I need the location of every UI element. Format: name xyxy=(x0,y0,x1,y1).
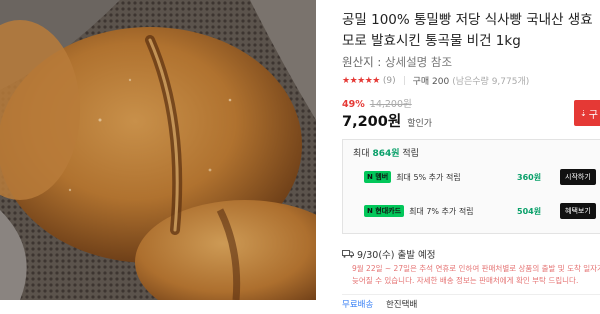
discount-row: 49% 14,200원 xyxy=(342,96,412,110)
notice-line1: 9월 22일 ~ 27일은 추석 연휴로 인하여 판매처별로 상품의 출발 및 … xyxy=(352,264,600,273)
delivery-info: 무료배송 한진택배 xyxy=(342,298,417,310)
points-card-amount: 360원 xyxy=(517,172,542,182)
hyundai-card-badge: N 현대카드 xyxy=(364,205,405,217)
divider xyxy=(403,76,405,85)
divider xyxy=(342,294,600,295)
holiday-shipping-notice: 9월 22일 ~ 27일은 추석 연휴로 인하여 판매처별로 상품의 출발 및 … xyxy=(352,263,600,287)
buy-button-label: 구 xyxy=(588,109,598,121)
max-points: 최대 864원 적립 xyxy=(353,146,419,159)
max-points-prefix: 최대 xyxy=(353,149,370,159)
purchase-count: 구매 200 xyxy=(412,77,450,87)
sale-price: 7,200원 xyxy=(342,114,402,130)
points-card-membership: N 멤버 최대 5% 추가 적립 360원 시작하기 xyxy=(356,161,600,191)
product-title-line2: 모로 발효시킨 통곡물 비건 1kg xyxy=(342,33,521,49)
cart-icon: ⇣ xyxy=(580,108,587,118)
points-card-amount: 504원 xyxy=(517,206,542,216)
points-card-hyundai: N 현대카드 최대 7% 추가 적립 504원 혜택보기 xyxy=(356,195,600,225)
max-points-suffix: 적립 xyxy=(402,149,419,159)
product-title: 공밀 100% 통밀빵 저당 식사빵 국내산 생효 모로 발효시킨 통곡물 비건… xyxy=(342,10,600,52)
points-card-desc: 최대 7% 추가 적립 xyxy=(409,206,474,216)
stock-remaining: (남은수량 9,775개) xyxy=(452,77,530,87)
price-tag: 할인가 xyxy=(407,119,433,129)
rating-row: ★★★★★ (9) 구매 200 (남은수량 9,775개) xyxy=(342,74,530,88)
naver-membership-badge: N 멤버 xyxy=(364,171,392,183)
review-count[interactable]: (9) xyxy=(383,76,396,86)
start-membership-button[interactable]: 시작하기 xyxy=(560,169,596,185)
shipping-expected: 9/30(수) 출발 예정 xyxy=(342,247,436,261)
product-image[interactable] xyxy=(0,0,316,300)
points-box: 최대 864원 적립 N 멤버 최대 5% 추가 적립 360원 시작하기 N … xyxy=(342,139,600,234)
origin-label: 원산지 : xyxy=(342,55,382,69)
price-row: 7,200원 할인가 xyxy=(342,110,432,131)
shipping-fee: 무료배송 xyxy=(342,300,374,310)
max-points-amount: 864원 xyxy=(372,149,400,159)
shipping-date: 9/30(수) 출발 예정 xyxy=(357,250,436,261)
product-title-line1: 공밀 100% 통밀빵 저당 식사빵 국내산 생효 xyxy=(342,12,593,28)
carrier: 한진택배 xyxy=(385,300,418,310)
truck-icon xyxy=(342,250,354,258)
original-price: 14,200원 xyxy=(369,99,412,110)
buy-button[interactable]: ⇣ 구 xyxy=(574,100,600,126)
origin: 원산지 : 상세설명 참조 xyxy=(342,54,452,70)
discount-rate: 49% xyxy=(342,99,365,110)
origin-value: 상세설명 참조 xyxy=(384,55,453,69)
points-card-desc: 최대 5% 추가 적립 xyxy=(396,172,461,182)
star-rating-icon[interactable]: ★★★★★ xyxy=(342,76,380,86)
notice-line2: 늦어질 수 있습니다. 자세한 배송 정보는 판매처에게 확인 부탁 드립니다. xyxy=(352,276,579,285)
product-info: 공밀 100% 통밀빵 저당 식사빵 국내산 생효 모로 발효시킨 통곡물 비건… xyxy=(336,0,600,314)
view-benefits-button[interactable]: 혜택보기 xyxy=(560,203,596,219)
